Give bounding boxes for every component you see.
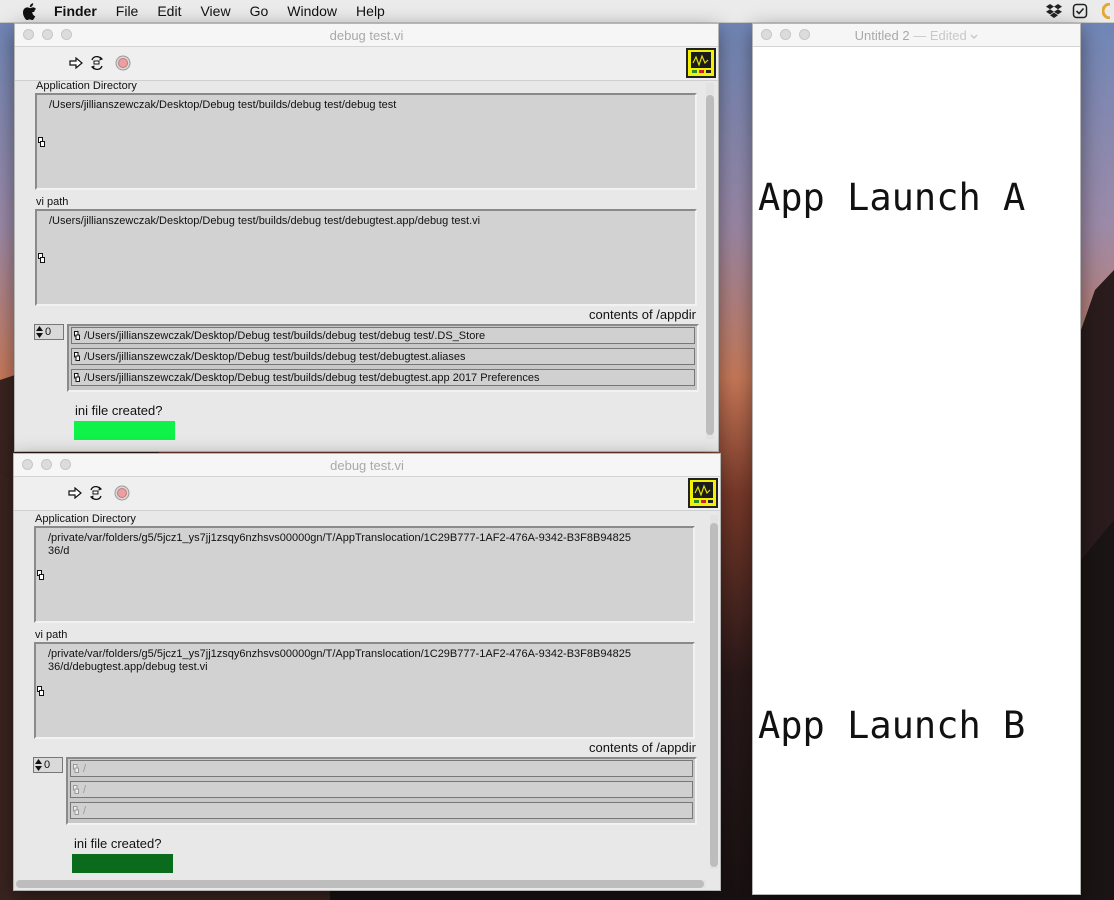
- toolbar: [15, 47, 718, 81]
- run-arrow-icon[interactable]: [67, 54, 85, 72]
- array-index-control[interactable]: 0: [33, 757, 63, 773]
- scrollbar-thumb[interactable]: [16, 880, 704, 888]
- path-type-icon: [73, 806, 79, 815]
- menu-bar: Finder File Edit View Go Window Help: [0, 0, 1114, 23]
- list-item-text: /: [83, 805, 87, 817]
- list-item-text: /: [83, 763, 87, 775]
- app-dir-value: /Users/jillianszewczak/Desktop/Debug tes…: [49, 99, 397, 111]
- menu-file[interactable]: File: [116, 3, 139, 19]
- contents-array: / / /: [66, 757, 697, 825]
- textedit-window: Untitled 2 — Edited App Launch A App Lau…: [752, 23, 1081, 895]
- color-wheel-icon[interactable]: [1098, 3, 1114, 19]
- list-item-text: /Users/jillianszewczak/Desktop/Debug tes…: [84, 351, 466, 363]
- scrollbar-thumb[interactable]: [706, 95, 714, 435]
- vi-path-value: /Users/jillianszewczak/Desktop/Debug tes…: [49, 215, 481, 227]
- ini-created-led: [72, 854, 173, 873]
- dropbox-icon[interactable]: [1046, 3, 1062, 19]
- list-item[interactable]: /: [70, 781, 693, 798]
- array-index-value: 0: [44, 759, 51, 771]
- path-type-icon: [37, 570, 44, 580]
- front-panel: Application Directory /Users/jillianszew…: [15, 80, 718, 451]
- array-index-value: 0: [45, 326, 52, 338]
- menu-go[interactable]: Go: [250, 3, 269, 19]
- menu-finder[interactable]: Finder: [54, 3, 97, 19]
- path-type-icon: [73, 764, 79, 773]
- path-type-icon: [74, 373, 80, 382]
- ini-label: ini file created?: [75, 403, 163, 418]
- window-title: Untitled 2 — Edited: [753, 28, 1080, 43]
- increment-arrows-icon[interactable]: [35, 759, 42, 771]
- path-type-icon: [74, 331, 80, 340]
- scrollbar-thumb[interactable]: [710, 523, 718, 867]
- ini-label: ini file created?: [74, 836, 162, 851]
- list-item[interactable]: /: [70, 802, 693, 819]
- apple-icon[interactable]: [20, 2, 38, 20]
- vi-connector-icon[interactable]: [688, 478, 718, 508]
- list-item[interactable]: /: [70, 760, 693, 777]
- menu-window[interactable]: Window: [287, 3, 337, 19]
- title-bar: Untitled 2 — Edited: [753, 24, 1080, 47]
- app-dir-indicator[interactable]: /Users/jillianszewczak/Desktop/Debug tes…: [35, 93, 697, 190]
- contents-array: /Users/jillianszewczak/Desktop/Debug tes…: [67, 324, 699, 392]
- path-type-icon: [74, 352, 80, 361]
- run-continuously-icon[interactable]: [88, 54, 106, 72]
- abort-stop-icon[interactable]: [114, 54, 132, 72]
- menu-view[interactable]: View: [200, 3, 230, 19]
- document-name: Untitled 2: [854, 28, 910, 43]
- front-panel: Application Directory /private/var/folde…: [14, 511, 720, 890]
- path-type-icon: [38, 137, 45, 147]
- vertical-scrollbar[interactable]: [710, 515, 718, 869]
- toolbar: [14, 477, 720, 511]
- path-type-icon: [38, 253, 45, 263]
- app-dir-value: /private/var/folders/g5/5jcz1_ys7jj1zsqy…: [48, 532, 631, 557]
- list-item[interactable]: /Users/jillianszewczak/Desktop/Debug tes…: [71, 369, 695, 386]
- window-title: debug test.vi: [329, 28, 404, 43]
- increment-arrows-icon[interactable]: [36, 326, 43, 338]
- contents-label: contents of /appdir: [589, 307, 696, 322]
- path-type-icon: [73, 785, 79, 794]
- path-type-icon: [37, 686, 44, 696]
- run-continuously-icon[interactable]: [87, 484, 105, 502]
- run-arrow-icon[interactable]: [66, 484, 84, 502]
- vi-window-a: debug test.vi Application Directory /Use…: [14, 23, 719, 452]
- list-item-text: /: [83, 784, 87, 796]
- window-title: debug test.vi: [330, 458, 404, 473]
- contents-label: contents of /appdir: [589, 740, 696, 755]
- document-line-a[interactable]: App Launch A: [758, 176, 1025, 219]
- vi-window-b: debug test.vi Application Directory /pri…: [13, 453, 721, 891]
- vi-connector-icon[interactable]: [686, 48, 716, 78]
- vi-path-label: vi path: [35, 629, 68, 641]
- list-item[interactable]: /Users/jillianszewczak/Desktop/Debug tes…: [71, 348, 695, 365]
- edited-status: — Edited: [913, 28, 967, 43]
- app-dir-label: Application Directory: [35, 513, 136, 525]
- document-line-b[interactable]: App Launch B: [758, 704, 1025, 747]
- horizontal-scrollbar[interactable]: [14, 880, 706, 888]
- vi-path-value: /private/var/folders/g5/5jcz1_ys7jj1zsqy…: [48, 648, 631, 673]
- chevron-down-icon[interactable]: [970, 28, 978, 43]
- menu-edit[interactable]: Edit: [157, 3, 181, 19]
- app-dir-label: Application Directory: [36, 80, 137, 92]
- list-item-text: /Users/jillianszewczak/Desktop/Debug tes…: [84, 330, 486, 342]
- vi-path-label: vi path: [36, 196, 69, 208]
- list-item[interactable]: /Users/jillianszewczak/Desktop/Debug tes…: [71, 327, 695, 344]
- ini-created-led: [74, 421, 175, 440]
- title-bar: debug test.vi: [14, 454, 720, 477]
- title-bar: debug test.vi: [15, 24, 718, 47]
- vi-path-indicator[interactable]: /private/var/folders/g5/5jcz1_ys7jj1zsqy…: [34, 642, 695, 739]
- vi-path-indicator[interactable]: /Users/jillianszewczak/Desktop/Debug tes…: [35, 209, 697, 306]
- menu-help[interactable]: Help: [356, 3, 385, 19]
- abort-stop-icon[interactable]: [113, 484, 131, 502]
- vertical-scrollbar[interactable]: [706, 83, 714, 439]
- list-item-text: /Users/jillianszewczak/Desktop/Debug tes…: [84, 372, 540, 384]
- array-index-control[interactable]: 0: [34, 324, 64, 340]
- app-dir-indicator[interactable]: /private/var/folders/g5/5jcz1_ys7jj1zsqy…: [34, 526, 695, 623]
- checkmark-icon[interactable]: [1072, 3, 1088, 19]
